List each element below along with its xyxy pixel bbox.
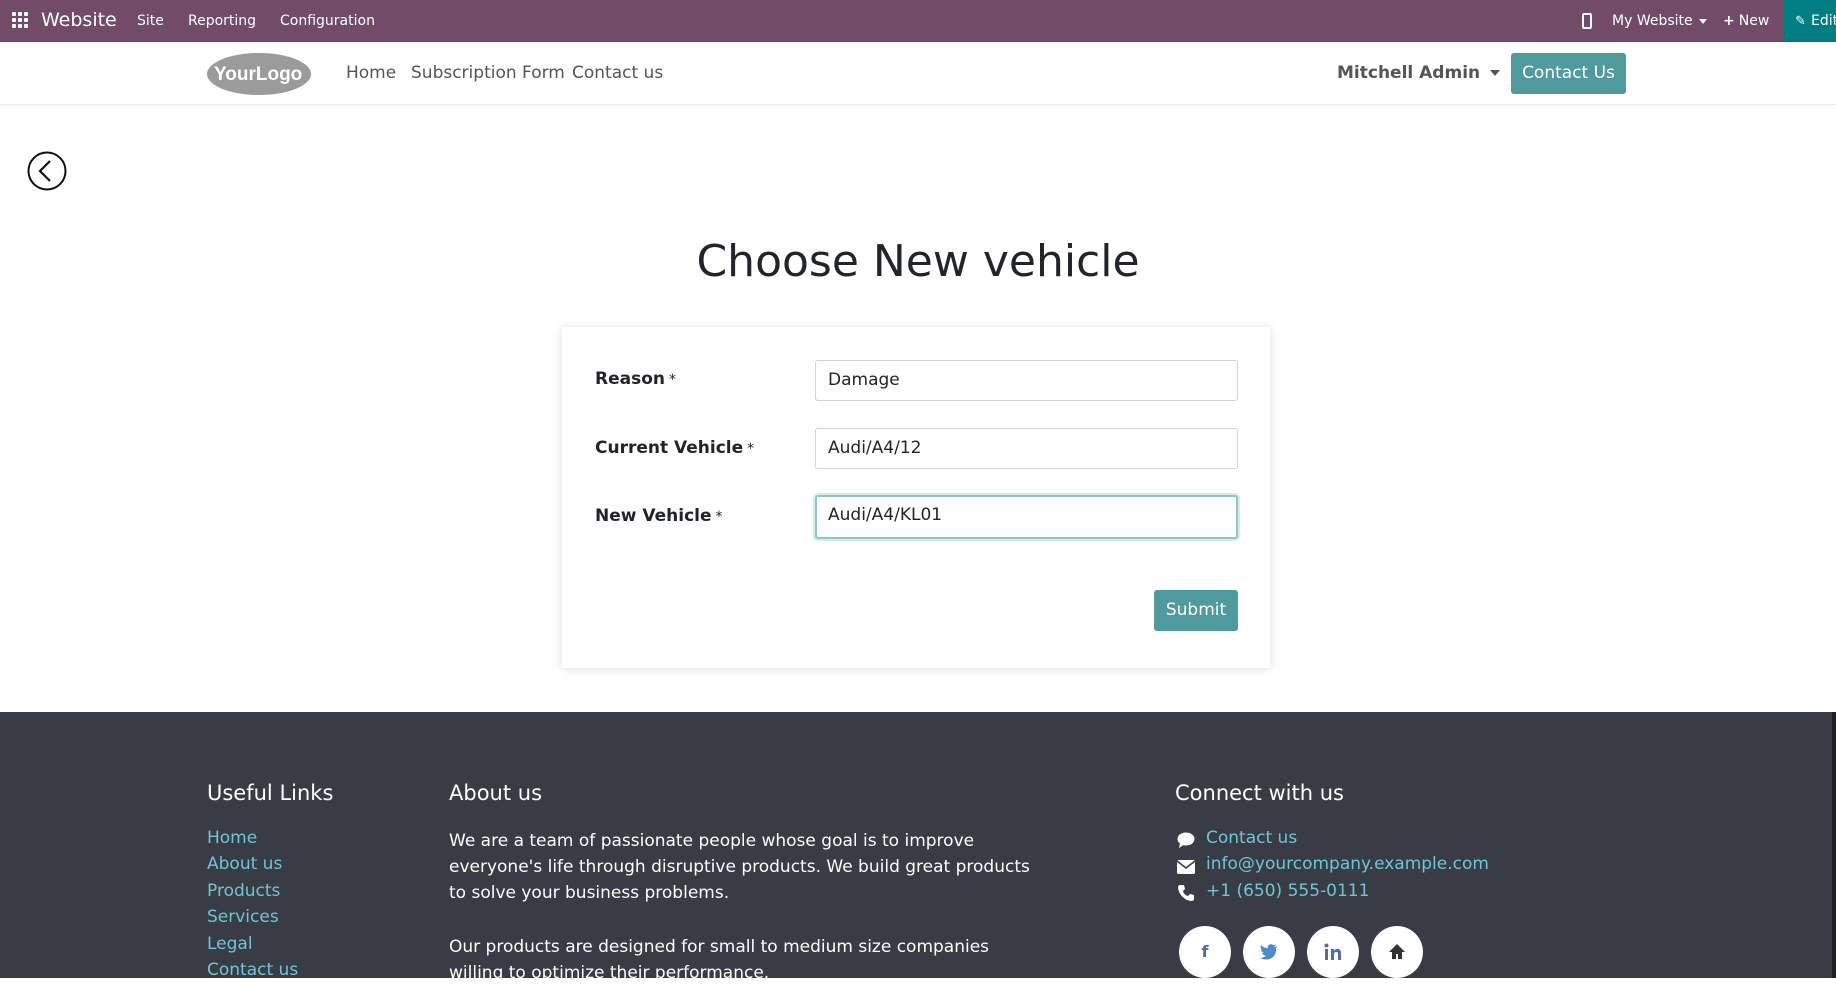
new-vehicle-label-text: New Vehicle [595, 506, 712, 526]
caret-down-icon [1490, 70, 1501, 76]
app-brand[interactable]: Website [41, 9, 117, 31]
twitter-icon [1260, 944, 1277, 960]
new-button-label: New [1738, 13, 1770, 29]
new-vehicle-label: New Vehicle * [595, 506, 723, 526]
menu-configuration[interactable]: Configuration [280, 13, 375, 29]
nav-home[interactable]: Home [346, 63, 396, 83]
reason-label: Reason * [595, 369, 676, 389]
about-us-title: About us [449, 781, 543, 805]
user-name: Mitchell Admin [1337, 63, 1481, 83]
footer-link-products[interactable]: Products [207, 881, 280, 901]
about-us-paragraph-1: We are a team of passionate people whose… [449, 831, 1030, 903]
footer-link-services[interactable]: Services [207, 907, 279, 927]
phone-icon [1178, 885, 1194, 901]
plus-icon: + [1723, 13, 1735, 29]
caret-down-icon [1698, 18, 1707, 24]
nav-contact-us[interactable]: Contact us [572, 63, 663, 83]
reason-label-text: Reason [595, 369, 665, 389]
connect-title: Connect with us [1175, 781, 1344, 805]
reason-input[interactable]: Damage [815, 360, 1238, 401]
apps-grid-icon[interactable] [12, 12, 30, 30]
home-social-button[interactable] [1371, 926, 1423, 978]
admin-topbar: Website Site Reporting Configuration My … [0, 0, 1836, 42]
footer-link-home[interactable]: Home [207, 828, 257, 848]
new-button[interactable]: + New [1723, 13, 1769, 29]
linkedin-icon [1324, 943, 1341, 960]
website-header: YourLogo Home Subscription Form Contact … [0, 42, 1836, 105]
connect-phone-link[interactable]: +1 (650) 555-0111 [1206, 881, 1369, 901]
menu-reporting[interactable]: Reporting [188, 13, 256, 29]
mobile-preview-icon[interactable] [1582, 13, 1592, 29]
connect-contact-us-link[interactable]: Contact us [1206, 828, 1297, 848]
home-icon [1389, 944, 1405, 959]
website-selector[interactable]: My Website [1612, 13, 1707, 29]
facebook-icon: f [1201, 942, 1209, 961]
user-menu[interactable]: Mitchell Admin [1337, 63, 1501, 83]
current-vehicle-label-text: Current Vehicle [595, 438, 744, 458]
menu-site[interactable]: Site [137, 13, 164, 29]
footer-link-contact-us[interactable]: Contact us [207, 960, 298, 980]
page-scrollbar[interactable] [1832, 712, 1836, 978]
pencil-icon: ✎ [1795, 14, 1806, 29]
required-marker: * [715, 509, 723, 525]
contact-us-button[interactable]: Contact Us [1511, 53, 1626, 94]
logo-text: YourLogo [214, 64, 302, 85]
current-vehicle-label: Current Vehicle * [595, 438, 754, 458]
page-title: Choose New vehicle [696, 236, 1140, 287]
back-arrow-icon[interactable] [27, 151, 67, 191]
submit-button[interactable]: Submit [1154, 590, 1238, 631]
vehicle-form-card: Reason * Damage Current Vehicle * Audi/A4/… [562, 327, 1270, 668]
website-selector-label: My Website [1612, 13, 1693, 29]
envelope-icon [1176, 860, 1196, 874]
twitter-button[interactable] [1243, 926, 1295, 978]
useful-links-title: Useful Links [207, 781, 334, 805]
new-vehicle-input[interactable]: Audi/A4/KL01 [815, 495, 1238, 539]
company-logo[interactable]: YourLogo [206, 52, 312, 96]
footer-link-about-us[interactable]: About us [207, 854, 282, 874]
required-marker: * [669, 372, 676, 388]
connect-email-link[interactable]: info@yourcompany.example.com [1206, 854, 1489, 874]
footer-link-legal[interactable]: Legal [207, 934, 253, 954]
about-us-paragraph-2: Our products are designed for small to m… [449, 937, 990, 983]
current-vehicle-input[interactable]: Audi/A4/12 [815, 428, 1238, 469]
footer: Useful Links Home About us Products Serv… [0, 712, 1836, 983]
facebook-button[interactable]: f [1179, 926, 1231, 978]
chat-bubble-icon [1177, 832, 1195, 848]
required-marker: * [747, 441, 755, 457]
nav-subscription-form[interactable]: Subscription Form [411, 63, 565, 83]
edit-button-label: Edit [1811, 13, 1836, 29]
edit-button[interactable]: ✎ Edit [1783, 0, 1836, 42]
linkedin-button[interactable] [1307, 926, 1359, 978]
